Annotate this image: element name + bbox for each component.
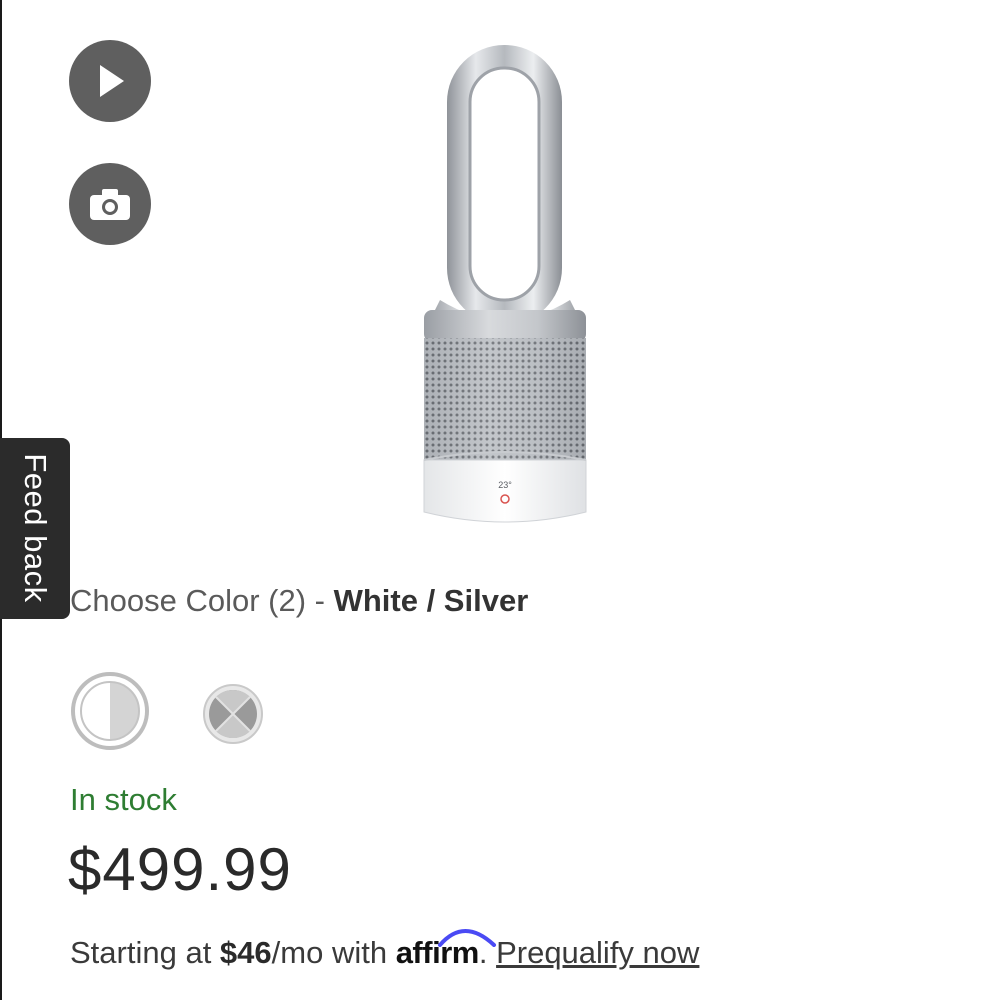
affirm-arc-icon [437, 929, 496, 947]
swatch-iron-silver[interactable] [202, 683, 264, 745]
color-selector-label: Choose Color (2) - White / Silver [70, 583, 528, 619]
play-icon [100, 65, 124, 97]
product-display-reading: 23° [498, 480, 512, 490]
swatch-white-silver[interactable] [70, 671, 150, 751]
financing-message: Starting at $46/mo with affirm. Prequali… [70, 929, 699, 971]
selected-color-name: White / Silver [333, 583, 529, 618]
feedback-label: Feed back [18, 453, 53, 603]
play-video-button[interactable] [69, 40, 151, 122]
feedback-tab[interactable]: Feed back [0, 438, 70, 619]
stock-status: In stock [70, 782, 177, 817]
financing-middle: /mo with [271, 935, 396, 970]
financing-prefix: Starting at [70, 935, 220, 970]
affirm-logo: affirm [396, 929, 496, 971]
view-photos-button[interactable] [69, 163, 151, 245]
product-price: $499.99 [68, 836, 292, 903]
color-prefix: Choose Color (2) - [70, 583, 334, 618]
financing-amount: $46 [219, 935, 272, 970]
product-image: 23° [423, 45, 587, 523]
camera-icon [90, 189, 130, 220]
prequalify-link[interactable]: Prequalify now [496, 935, 699, 970]
